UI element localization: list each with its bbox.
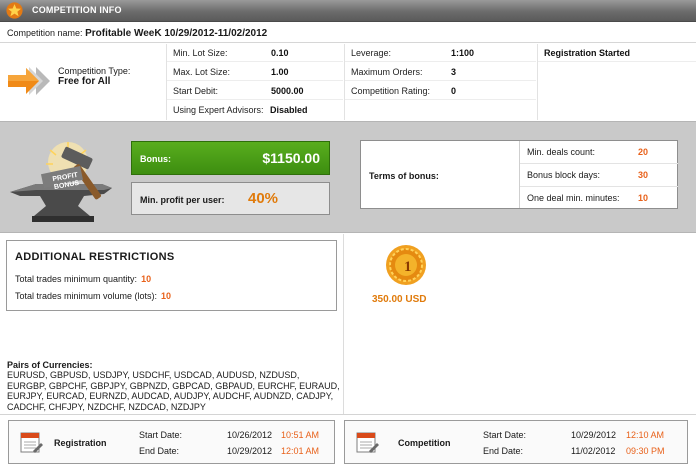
end-date: 10/29/2012 [227,446,273,456]
page-title: COMPETITION INFO [32,5,122,15]
bonus-amount-box: Bonus: $1150.00 [131,141,330,175]
start-date-label: Start Date: [483,430,527,440]
min-volume-value: 10 [161,291,172,301]
leverage-label: Leverage: [351,48,392,58]
start-time: 10:51 AM [281,430,320,440]
min-quantity-label: Total trades minimum quantity: [15,274,138,284]
star-icon [6,2,23,19]
title-bar: COMPETITION INFO [0,0,696,22]
end-time: 09:30 PM [626,446,665,456]
competition-name: Profitable WeeK 10/29/2012-11/02/2012 [85,28,268,39]
max-lot-value: 1.00 [271,67,289,77]
competition-type-value: Free for All [58,76,111,87]
calendar-icon [20,432,43,453]
terms-of-bonus: Terms of bonus: Min. deals count: 20 Bon… [360,140,678,209]
start-date-label: Start Date: [139,430,183,440]
min-profit-label: Min. profit per user: [140,195,225,205]
terms-row-label: Min. deals count: [527,147,596,157]
expert-advisors-value: Disabled [270,105,308,115]
end-date: 11/02/2012 [571,446,616,456]
currency-pairs: Pairs of Currencies: EURUSD, GBPUSD, USD… [7,360,342,412]
start-debit-value: 5000.00 [271,86,304,96]
start-date: 10/29/2012 [571,430,617,440]
bonus-label: Bonus: [140,154,171,164]
terms-row: Min. deals count: 20 [520,141,678,164]
end-time: 12:01 AM [281,446,320,456]
start-date: 10/26/2012 [227,430,273,440]
rating-value: 0 [451,86,457,96]
registration-title: Registration [54,438,107,448]
pairs-label: Pairs of Currencies: [7,360,93,370]
arrow-right-icon [8,67,50,95]
schedule: Registration Start Date: 10/26/2012 10:5… [0,414,696,468]
min-lot-value: 0.10 [271,48,289,58]
min-quantity-row: Total trades minimum quantity: 10 [15,274,151,284]
competition-dates: Competition Start Date: 10/29/2012 12:10… [344,420,688,464]
competition-name-label: Competition name: [7,28,83,38]
additional-restrictions: ADDITIONAL RESTRICTIONS Total trades min… [6,240,337,311]
min-volume-row: Total trades minimum volume (lots): 10 [15,291,171,301]
max-orders-value: 3 [451,67,457,77]
pairs-line: EURUSD, GBPUSD, USDJPY, USDCHF, USDCAD, … [7,370,300,381]
terms-row-value: 10 [638,193,649,203]
expert-advisors-label: Using Expert Advisors: [173,105,264,115]
max-lot-label: Max. Lot Size: [173,67,231,77]
competition-type-label: Competition Type: [58,66,131,76]
prize-amount: 350.00 USD [372,294,427,305]
competition-parameters: Competition Type: Free for All Min. Lot … [0,44,696,120]
end-date-label: End Date: [483,446,524,456]
min-volume-label: Total trades minimum volume (lots): [15,291,158,301]
start-debit-label: Start Debit: [173,86,219,96]
min-lot-label: Min. Lot Size: [173,48,228,58]
min-profit-value: 40% [248,190,279,207]
start-time: 12:10 AM [626,430,665,440]
pairs-line: EURGBP, GBPCHF, GBPJPY, GBPNZD, GBPCAD, … [7,380,340,391]
first-place-medal-icon: 1 [386,245,426,285]
leverage-value: 1:100 [451,48,475,58]
end-date-label: End Date: [139,446,180,456]
terms-label: Terms of bonus: [369,171,439,181]
terms-row: One deal min. minutes: 10 [520,187,678,210]
registration-dates: Registration Start Date: 10/26/2012 10:5… [8,420,335,464]
min-profit-box: Min. profit per user: 40% [131,182,330,215]
medal-place: 1 [404,259,412,275]
competition-name-row: Competition name: Profitable WeeK 10/29/… [0,23,696,43]
bonus-panel: PROFIT BONUS Bonus: $1150.00 Min. profit… [0,121,696,233]
terms-row-value: 20 [638,147,649,157]
pairs-line: EURJPY, EURCAD, EURNZD, AUDCAD, AUDJPY, … [7,391,334,402]
rating-label: Competition Rating: [351,86,431,96]
terms-row-value: 30 [638,170,649,180]
bonus-value: $1150.00 [262,150,320,166]
terms-row-label: One deal min. minutes: [527,193,620,203]
max-orders-label: Maximum Orders: [351,67,423,77]
competition-title: Competition [398,438,451,448]
pairs-line: CADCHF, CHFJPY, NZDCHF, NZDCAD, NZDJPY [7,401,206,412]
terms-row-label: Bonus block days: [527,170,601,180]
restrictions-title: ADDITIONAL RESTRICTIONS [15,251,175,263]
min-quantity-value: 10 [141,274,152,284]
terms-row: Bonus block days: 30 [520,164,678,187]
registration-status: Registration Started [544,48,631,58]
calendar-icon [356,432,379,453]
